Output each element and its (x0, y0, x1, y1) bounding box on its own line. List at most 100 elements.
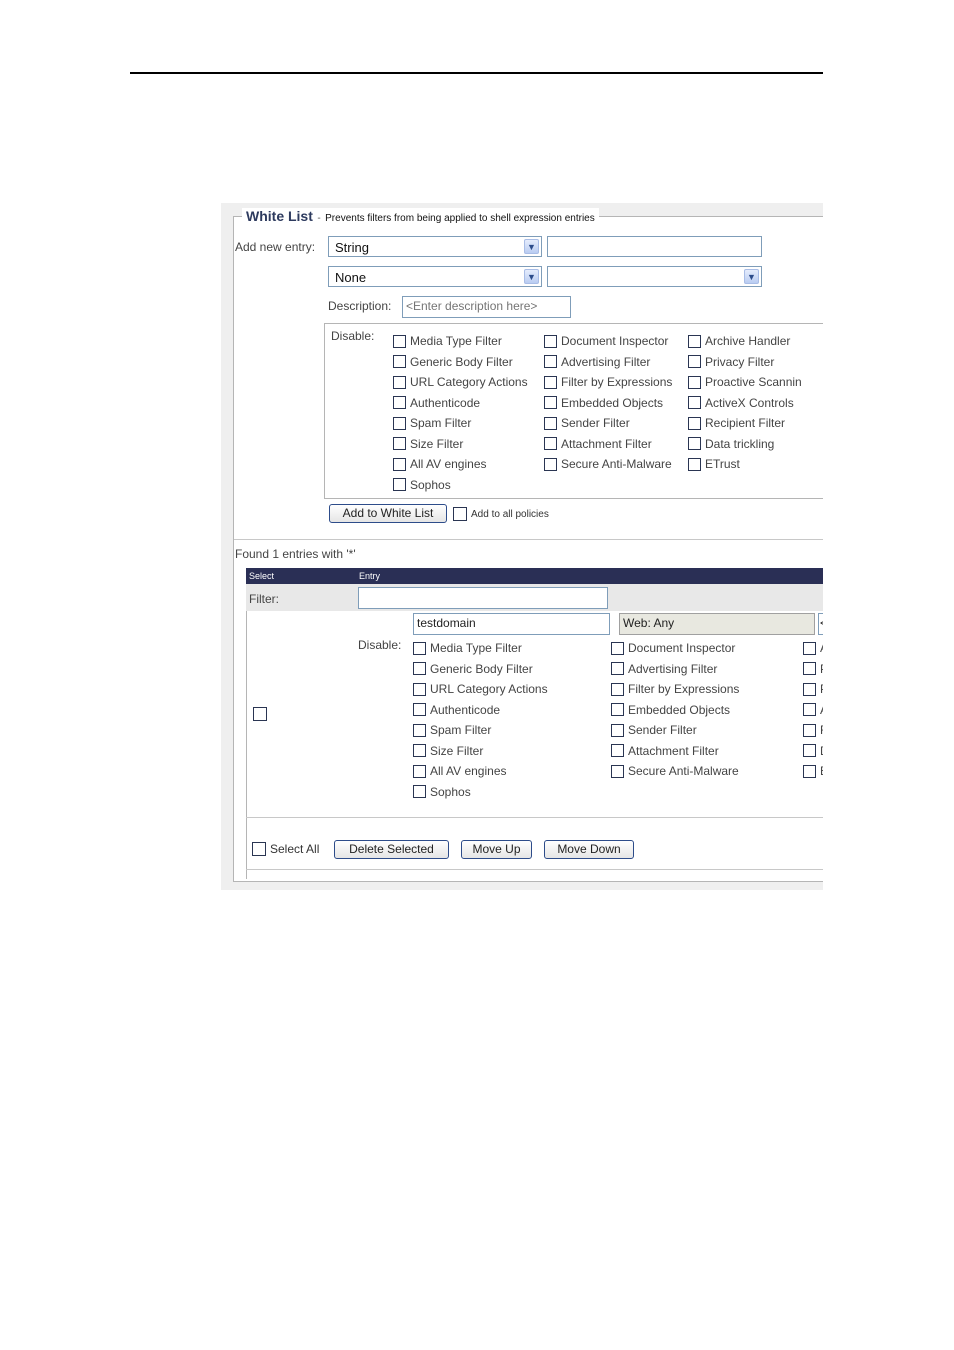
disable-filter-checkbox[interactable]: Size Filter (393, 434, 545, 455)
checkbox-icon[interactable] (611, 641, 624, 655)
row-filter-checkbox[interactable]: D (803, 741, 823, 762)
dropdown-arrow-icon[interactable]: ▼ (524, 239, 539, 254)
row-filter-checkbox[interactable]: Authenticode (413, 700, 565, 721)
filter-field[interactable] (362, 590, 598, 604)
entry-extra-display[interactable]: < (818, 613, 823, 635)
row-filter-checkbox[interactable]: A (803, 638, 823, 659)
checkbox-icon[interactable] (393, 437, 406, 451)
checkbox-icon[interactable] (393, 396, 406, 410)
checkbox-icon[interactable] (393, 478, 406, 492)
move-up-button[interactable]: Move Up (461, 840, 532, 859)
checkbox-icon[interactable] (803, 744, 816, 758)
checkbox-icon[interactable] (803, 641, 816, 655)
disable-filter-checkbox[interactable]: Proactive Scannin (688, 372, 823, 393)
checkbox-icon[interactable] (413, 764, 426, 778)
disable-filter-checkbox[interactable]: Embedded Objects (544, 393, 696, 414)
disable-filter-checkbox[interactable]: Generic Body Filter (393, 352, 545, 373)
disable-filter-checkbox[interactable]: Sophos (393, 475, 545, 496)
checkbox-icon[interactable] (393, 334, 406, 348)
add-to-all-policies-checkbox[interactable]: Add to all policies (453, 507, 549, 521)
row-filter-checkbox[interactable]: P (803, 679, 823, 700)
disable-filter-checkbox[interactable]: Document Inspector (544, 331, 696, 352)
checkbox-icon[interactable] (611, 723, 624, 737)
row-filter-checkbox[interactable]: URL Category Actions (413, 679, 565, 700)
checkbox-icon[interactable] (688, 355, 701, 369)
checkbox-icon[interactable] (544, 334, 557, 348)
row-filter-checkbox[interactable]: Advertising Filter (611, 659, 763, 680)
row-filter-checkbox[interactable]: Sophos (413, 782, 565, 803)
checkbox-icon[interactable] (413, 785, 426, 799)
disable-filter-checkbox[interactable]: Attachment Filter (544, 434, 696, 455)
checkbox-icon[interactable] (803, 682, 816, 696)
disable-filter-checkbox[interactable]: Media Type Filter (393, 331, 545, 352)
disable-filter-checkbox[interactable]: Authenticode (393, 393, 545, 414)
row-filter-checkbox[interactable]: Secure Anti-Malware (611, 761, 763, 782)
dropdown-arrow-icon[interactable]: ▼ (524, 269, 539, 284)
match-type-select[interactable]: None ▼ (328, 266, 542, 287)
checkbox-icon[interactable] (544, 355, 557, 369)
row-filter-checkbox[interactable]: A (803, 700, 823, 721)
delete-selected-button[interactable]: Delete Selected (334, 840, 449, 859)
checkbox-icon[interactable] (803, 703, 816, 717)
disable-filter-checkbox[interactable]: Recipient Filter (688, 413, 823, 434)
row-filter-checkbox[interactable]: Spam Filter (413, 720, 565, 741)
checkbox-icon[interactable] (611, 662, 624, 676)
row-filter-checkbox[interactable]: Document Inspector (611, 638, 763, 659)
select-all-checkbox[interactable]: Select All (252, 842, 319, 856)
disable-filter-checkbox[interactable]: URL Category Actions (393, 372, 545, 393)
checkbox-icon[interactable] (803, 723, 816, 737)
checkbox-icon[interactable] (413, 682, 426, 696)
row-filter-checkbox[interactable]: All AV engines (413, 761, 565, 782)
checkbox-icon[interactable] (413, 662, 426, 676)
checkbox-icon[interactable] (611, 682, 624, 696)
checkbox-icon[interactable] (393, 457, 406, 471)
checkbox-icon[interactable] (803, 662, 816, 676)
add-to-whitelist-button[interactable]: Add to White List (329, 504, 447, 523)
disable-filter-checkbox[interactable]: Privacy Filter (688, 352, 823, 373)
disable-filter-checkbox[interactable]: Data trickling (688, 434, 823, 455)
checkbox-icon[interactable] (413, 641, 426, 655)
disable-filter-checkbox[interactable]: ActiveX Controls (688, 393, 823, 414)
checkbox-icon[interactable] (688, 334, 701, 348)
checkbox-icon[interactable] (611, 703, 624, 717)
disable-filter-checkbox[interactable]: Archive Handler (688, 331, 823, 352)
checkbox-icon[interactable] (413, 703, 426, 717)
row-filter-checkbox[interactable]: Media Type Filter (413, 638, 565, 659)
checkbox-icon[interactable] (413, 744, 426, 758)
entry-value-display[interactable]: testdomain (413, 613, 610, 635)
row-filter-checkbox[interactable]: Filter by Expressions (611, 679, 763, 700)
checkbox-icon[interactable] (544, 375, 557, 389)
filter-input[interactable] (358, 587, 608, 609)
disable-filter-checkbox[interactable]: Spam Filter (393, 413, 545, 434)
checkbox-icon[interactable] (253, 707, 267, 721)
checkbox-icon[interactable] (544, 416, 557, 430)
disable-filter-checkbox[interactable]: Secure Anti-Malware (544, 454, 696, 475)
checkbox-icon[interactable] (544, 437, 557, 451)
disable-filter-checkbox[interactable]: Sender Filter (544, 413, 696, 434)
checkbox-icon[interactable] (688, 396, 701, 410)
checkbox-icon[interactable] (544, 457, 557, 471)
entry-value-input[interactable] (547, 236, 762, 257)
dropdown-arrow-icon[interactable]: ▼ (744, 269, 759, 284)
row-filter-checkbox[interactable]: Attachment Filter (611, 741, 763, 762)
entry-type-select[interactable]: String ▼ (328, 236, 542, 257)
description-field[interactable] (406, 299, 565, 313)
checkbox-icon[interactable] (688, 375, 701, 389)
row-filter-checkbox[interactable]: Size Filter (413, 741, 565, 762)
row-filter-checkbox[interactable]: E (803, 761, 823, 782)
secondary-select[interactable]: ▼ (547, 266, 762, 287)
checkbox-icon[interactable] (611, 744, 624, 758)
checkbox-icon[interactable] (688, 457, 701, 471)
row-filter-checkbox[interactable]: R (803, 720, 823, 741)
disable-filter-checkbox[interactable]: Advertising Filter (544, 352, 696, 373)
table-row-select[interactable] (253, 707, 271, 726)
disable-filter-checkbox[interactable]: Filter by Expressions (544, 372, 696, 393)
checkbox-icon[interactable] (393, 355, 406, 369)
checkbox-icon[interactable] (453, 507, 467, 521)
disable-filter-checkbox[interactable]: ETrust (688, 454, 823, 475)
checkbox-icon[interactable] (393, 416, 406, 430)
entry-value-field[interactable] (551, 239, 754, 253)
row-filter-checkbox[interactable]: Sender Filter (611, 720, 763, 741)
checkbox-icon[interactable] (252, 842, 266, 856)
checkbox-icon[interactable] (413, 723, 426, 737)
